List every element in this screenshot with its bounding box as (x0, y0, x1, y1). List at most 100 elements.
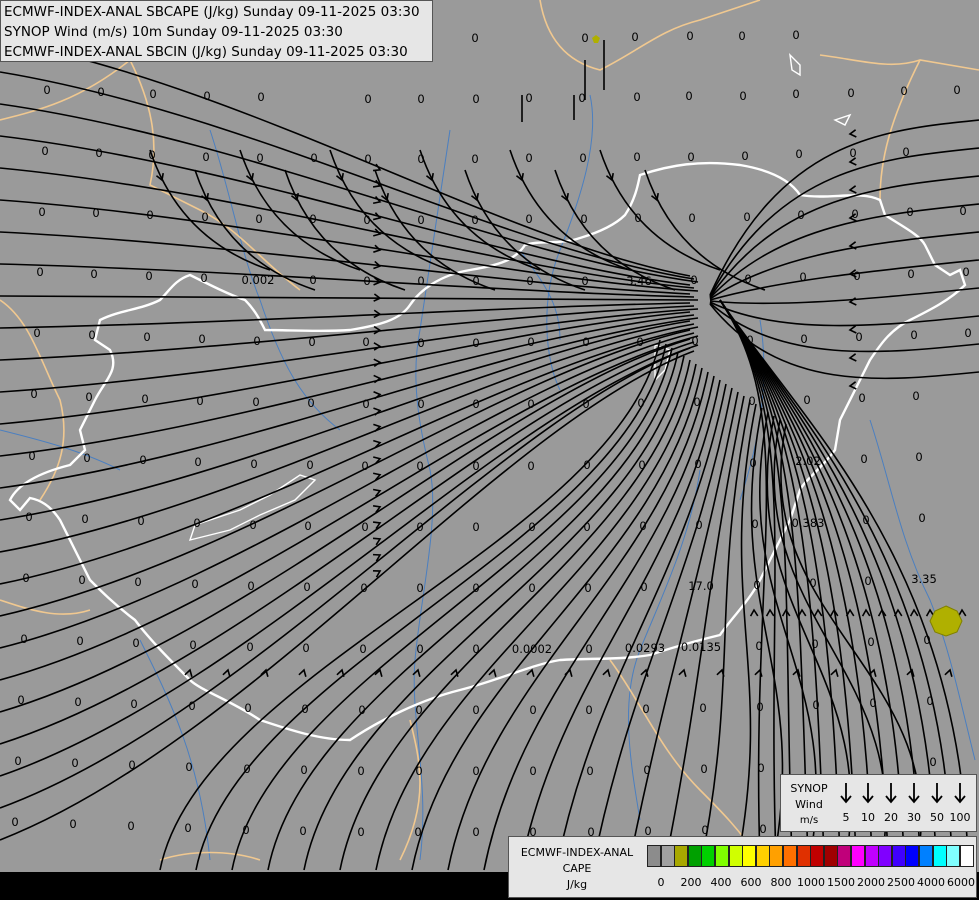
streamline-arrow (830, 668, 839, 677)
cape-value-label: 0 (472, 764, 480, 778)
cape-value-label: 0 (701, 823, 709, 837)
cape-value-label: 0 (25, 510, 33, 524)
streamline-arrow (848, 353, 857, 362)
cape-value-label: 0 (38, 205, 46, 219)
cape-value-label: 0 (417, 92, 425, 106)
cape-value-label: 0 (918, 511, 926, 525)
cape-value-label: 0 (185, 760, 193, 774)
cape-value-label: 0 (71, 756, 79, 770)
cape-value-label: 0 (529, 703, 537, 717)
cape-value-label: 0 (242, 823, 250, 837)
synop-wind-legend: SYNOP Wind m/s 5 10 20 30 50 100 (780, 774, 977, 832)
cape-value-label: 0 (201, 210, 209, 224)
synop-legend-speed: 100 (949, 811, 971, 824)
cape-value-label: 0 (189, 638, 197, 652)
cape-legend-title-2: CAPE (562, 862, 592, 875)
cape-value-label: 0 (20, 632, 28, 646)
cape-value-label: 0 (472, 581, 480, 595)
cape-value-label: 0 (364, 152, 372, 166)
header-line-cape: ECMWF-INDEX-ANAL SBCAPE (J/kg) Sunday 09… (4, 4, 420, 20)
cape-value-label: 0 (751, 517, 759, 531)
cape-value-label: 0 (22, 571, 30, 585)
cape-legend-swatch (891, 845, 906, 867)
cape-value-label: 0 (196, 394, 204, 408)
cape-value-label: 0 (415, 764, 423, 778)
cape-legend-title-1: ECMWF-INDEX-ANAL (520, 846, 634, 859)
cape-value-label: 0 (699, 701, 707, 715)
cape-value-label: 0 (95, 146, 103, 160)
cape-value-label: 0 (471, 152, 479, 166)
cape-value-label: 0 (303, 580, 311, 594)
down-arrow-icon (908, 783, 920, 804)
cape-value-label: 0 (11, 815, 19, 829)
cape-value-label: 0 (529, 764, 537, 778)
cape-value-label: 0 (357, 764, 365, 778)
cape-value-label: 0 (88, 328, 96, 342)
cape-value-label: 0 (851, 207, 859, 221)
cape-value-label: 0 (912, 389, 920, 403)
cape-value-label: 0 (900, 84, 908, 98)
streamline (0, 344, 699, 777)
station-marker-small (592, 35, 600, 43)
cape-value-label: 0 (640, 580, 648, 594)
cape-value-label: 0 (691, 334, 699, 348)
cape-value-label: 0 (923, 633, 931, 647)
cape-value-label: 0 (417, 213, 425, 227)
cape-legend-tick: 1500 (827, 876, 855, 889)
header-line-cin: ECMWF-INDEX-ANAL SBCIN (J/kg) Sunday 09-… (4, 44, 408, 60)
cape-value-label: 0 (309, 212, 317, 226)
cape-legend-swatch (864, 845, 879, 867)
cape-value-label: 0 (586, 764, 594, 778)
cape-legend-swatch (823, 845, 838, 867)
cape-value-label: 2.02 (795, 454, 821, 468)
cape-value-label: 0 (188, 699, 196, 713)
cape-value-label: 0 (132, 636, 140, 650)
cape-legend-swatch (946, 845, 961, 867)
cape-value-label: 0 (638, 458, 646, 472)
cape-value-label: 0 (585, 703, 593, 717)
cape-value-label: 0 (869, 696, 877, 710)
cape-value-label: 0 (358, 703, 366, 717)
cape-legend-swatch (810, 845, 825, 867)
streamline (447, 371, 709, 871)
cape-legend-swatch (755, 845, 770, 867)
cape-value-label: 0 (792, 28, 800, 42)
cape-value-label: 0 (685, 89, 693, 103)
cape-legend-swatch (919, 845, 933, 867)
cape-value-label: 0 (756, 700, 764, 714)
cape-value-label: 0 (636, 335, 644, 349)
cape-value-label: 0 (301, 702, 309, 716)
streamline (709, 231, 979, 300)
cape-value-label: 0 (200, 271, 208, 285)
synop-legend-title-2: Wind (795, 798, 823, 811)
cape-value-label: 0 (528, 581, 536, 595)
cape-value-label: 0 (184, 821, 192, 835)
cape-value-label: 0 (809, 576, 817, 590)
cape-value-label: 0 (471, 213, 479, 227)
cape-value-label: 3.46 (626, 274, 652, 288)
down-arrow-icon (931, 783, 943, 804)
cape-value-label: 17.0 (688, 579, 714, 593)
weather-map[interactable]: 0 0 0 0 0 0 0 0 0 0 0 0 0 0 0 0 0 0 0 0 0 0 0 0 0 0 0 0 0 0 0 0 0 0 0 0 0 0 0 0… (0, 0, 979, 900)
cape-value-label: 0 (247, 579, 255, 593)
synop-legend-speed: 30 (907, 811, 921, 824)
cape-value-label: 0 (357, 825, 365, 839)
cape-value-label: 0 (128, 758, 136, 772)
cape-value-label: 0 (14, 754, 22, 768)
cape-value-label: 0 (687, 150, 695, 164)
cape-value-label: 0 (472, 459, 480, 473)
cape-value-label: 0 (528, 520, 536, 534)
cape-legend-tick: 400 (710, 876, 732, 889)
cape-value-label: 0 (858, 391, 866, 405)
cape-value-label: 0 (738, 29, 746, 43)
cape-value-label: 0.383 (791, 516, 825, 530)
cape-value-label: 0 (137, 514, 145, 528)
cape-value-label: 0 (252, 395, 260, 409)
cape-value-label: 0 (202, 150, 210, 164)
streamline-arrow (797, 608, 807, 617)
streamline-arrow (678, 668, 687, 677)
cape-value-label: 0 (800, 332, 808, 346)
cape-value-label: 0 (748, 394, 756, 408)
cape-value-label: 0 (962, 265, 970, 279)
cape-value-label: 0 (148, 148, 156, 162)
